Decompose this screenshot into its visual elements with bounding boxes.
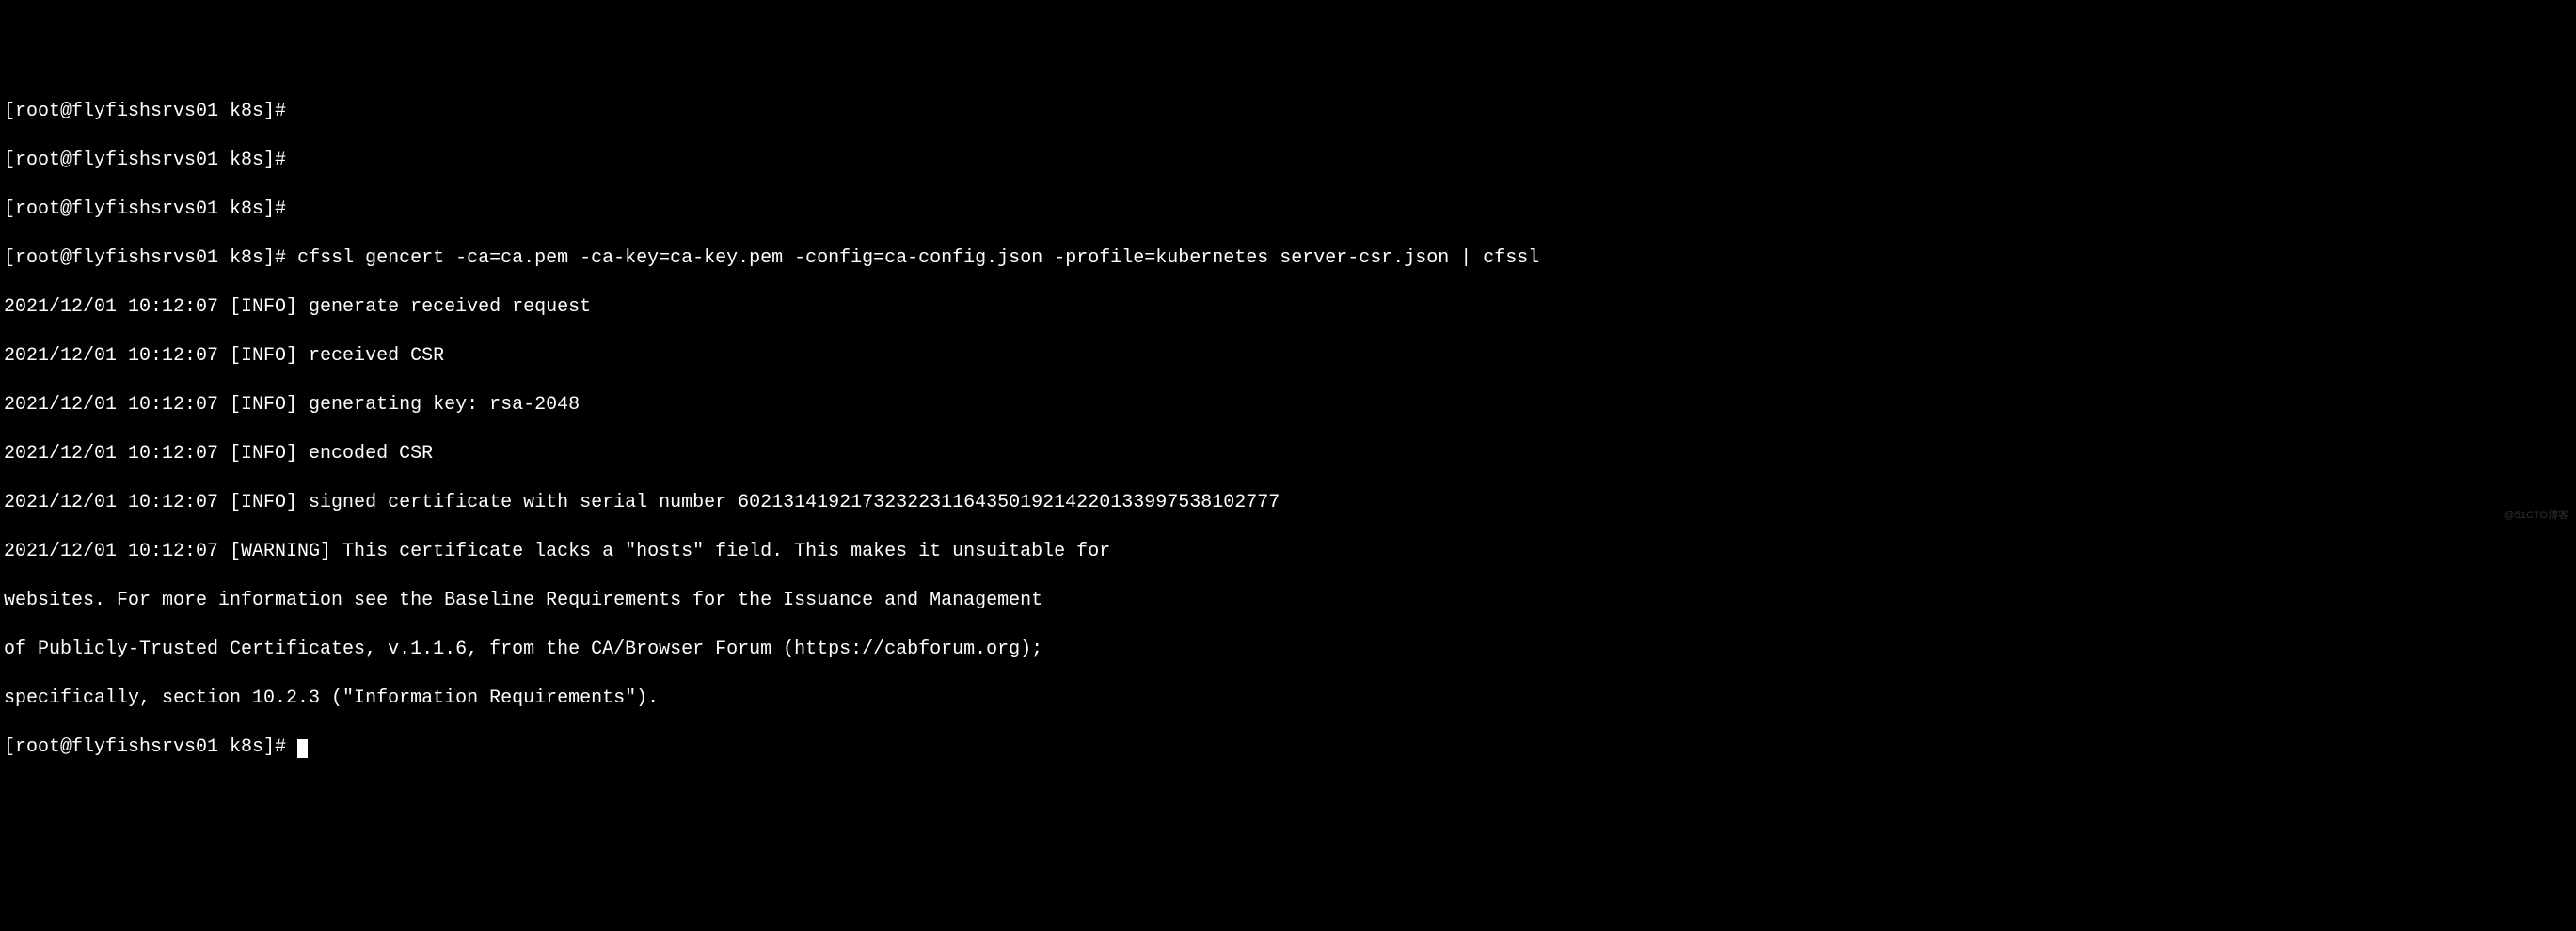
prompt-line: [root@flyfishsrvs01 k8s]# bbox=[4, 197, 2572, 222]
command-line: [root@flyfishsrvs01 k8s]# cfssl gencert … bbox=[4, 246, 2572, 271]
log-warning-cont: websites. For more information see the B… bbox=[4, 589, 2572, 613]
command-text: cfssl gencert -ca=ca.pem -ca-key=ca-key.… bbox=[297, 247, 1539, 269]
watermark: @51CTO博客 bbox=[2504, 509, 2568, 522]
log-warning-cont: specifically, section 10.2.3 ("Informati… bbox=[4, 686, 2572, 711]
prompt: [root@flyfishsrvs01 k8s]# bbox=[4, 247, 297, 269]
cursor[interactable] bbox=[297, 739, 308, 758]
log-info: 2021/12/01 10:12:07 [INFO] encoded CSR bbox=[4, 442, 2572, 466]
prompt-line: [root@flyfishsrvs01 k8s]# bbox=[4, 149, 2572, 173]
log-info: 2021/12/01 10:12:07 [INFO] received CSR bbox=[4, 344, 2572, 369]
log-warning: 2021/12/01 10:12:07 [WARNING] This certi… bbox=[4, 540, 2572, 564]
prompt: [root@flyfishsrvs01 k8s]# bbox=[4, 736, 297, 758]
prompt-line-partial: [root@flyfishsrvs01 k8s]# bbox=[4, 100, 2572, 124]
prompt-line-active[interactable]: [root@flyfishsrvs01 k8s]# bbox=[4, 735, 2572, 760]
log-info: 2021/12/01 10:12:07 [INFO] signed certif… bbox=[4, 491, 2572, 515]
log-info: 2021/12/01 10:12:07 [INFO] generate rece… bbox=[4, 295, 2572, 320]
log-warning-cont: of Publicly-Trusted Certificates, v.1.1.… bbox=[4, 638, 2572, 662]
log-info: 2021/12/01 10:12:07 [INFO] generating ke… bbox=[4, 393, 2572, 418]
